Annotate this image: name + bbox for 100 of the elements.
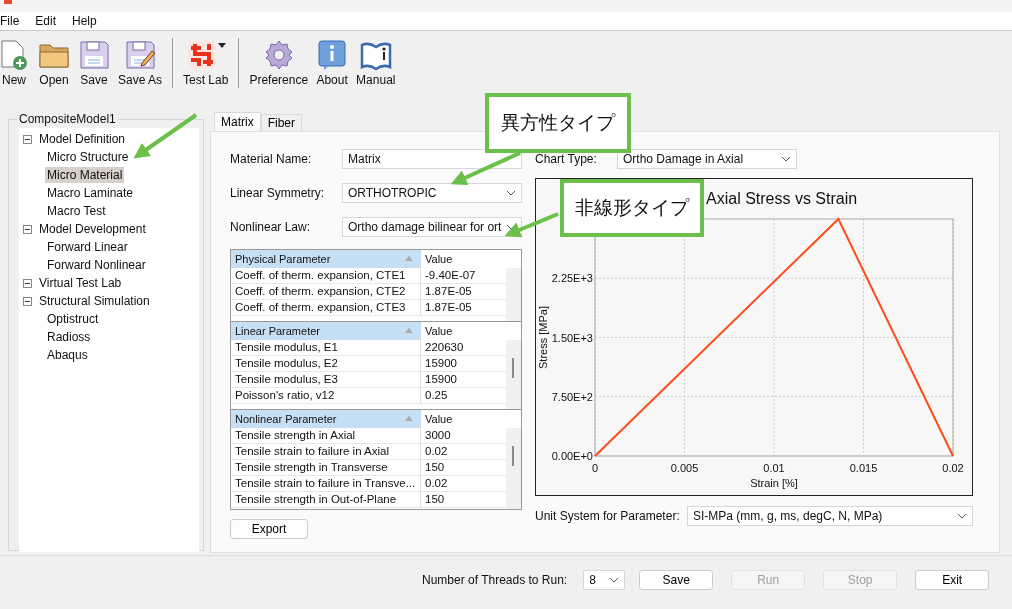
action-button[interactable]: Save [639,570,714,590]
annotation-callout: 非線形タイプ [560,179,704,237]
lab-logo-icon [185,39,218,71]
annotation-callout: 異方性タイプ [485,93,631,153]
dropdown[interactable]: Ortho Damage in Axial [617,149,797,169]
y-tick-label: 1.50E+3 [551,331,593,344]
y-axis-label: Stress [MPa] [537,306,549,369]
table-cell-text: 1.87E-05 [424,300,472,315]
tree-item[interactable]: Optistruct [45,311,101,327]
action-button[interactable]: Exit [915,570,990,590]
x-tick-label: 0.015 [849,462,878,474]
field-label: Linear Symmetry: [230,186,326,200]
field-label: Material Name: [230,152,313,166]
chevron-icon [781,156,791,162]
column-header[interactable]: Linear Parameter [231,322,397,340]
export-button[interactable]: Export [230,519,308,539]
column-header[interactable]: Value [421,413,453,425]
field-label: Number of Threads to Run: [422,573,568,587]
toolbar-button[interactable]: About [312,39,353,87]
field-label: Unit System for Parameter: [535,509,681,523]
tree-item[interactable]: Abaqus [45,347,90,363]
y-tick-label: 2.25E+3 [551,272,593,285]
x-tick-label: 0.02 [942,462,964,474]
toolbar-button[interactable]: Save As [114,39,167,87]
table-cell-text: 3000 [424,428,451,443]
table-cell: Coeff. of therm. expansion, CTE3 [231,300,421,315]
toolbar-button[interactable]: Open [34,39,74,87]
dropdown[interactable]: 8 [583,570,626,590]
sort-icon [397,250,421,268]
sort-icon [397,410,421,428]
table-cell-text: 1.87E-05 [424,284,472,299]
scrollbar[interactable] [506,428,521,509]
tree-item[interactable]: Model Definition [37,131,128,147]
tab[interactable]: Matrix [214,112,261,131]
table-cell-text: 220630 [424,340,464,355]
tree-item[interactable]: Micro Structure [45,149,131,165]
model-name: CompositeModel1 [17,112,118,126]
tree-item[interactable]: Forward Nonlinear [45,257,148,273]
menu-item[interactable]: Help [72,14,97,28]
column-header[interactable]: Nonlinear Parameter [231,410,397,428]
toolbar-button[interactable]: Test Lab [179,39,233,87]
column-header[interactable]: Value [421,325,453,337]
table-cell: Coeff. of therm. expansion, CTE1 [231,268,421,283]
tree-item[interactable]: Micro Material [45,167,125,183]
toolbar-button[interactable]: Manual [352,39,400,87]
table-cell: Tensile strength in Out-of-Plane [231,492,421,507]
table-cell: Tensile strain to failure in Transve... [231,476,421,491]
new-file-icon [0,39,30,71]
chevron-icon [609,577,620,583]
table-cell: Tensile modulus, E3 [231,372,421,387]
scrollbar[interactable] [506,340,521,409]
chevron-icon [957,513,967,519]
tree-item[interactable]: Macro Laminate [45,185,136,201]
collapse-icon[interactable] [23,296,32,306]
annotation-arrow [133,113,198,159]
dropdown[interactable]: SI-MPa (mm, g, ms, degC, N, MPa) [687,506,973,526]
field-label: Nonlinear Law: [230,220,312,234]
dropdown[interactable]: ORTHOTROPIC [342,183,522,203]
y-tick-label: 0.00E+0 [551,450,593,462]
toolbar-button[interactable]: New [0,39,34,87]
menu-item[interactable]: File [0,14,20,28]
menu-item[interactable]: Edit [35,14,57,28]
table-cell: Tensile strength in Axial [231,428,421,443]
table-cell-text: 0.02 [424,476,448,491]
toolbar-button[interactable]: Preference [245,39,313,87]
chart-title: Axial Stress vs Strain [706,190,858,207]
collapse-icon[interactable] [23,224,32,234]
tree-item[interactable]: Structural Simulation [37,293,152,309]
x-axis-label: Strain [%] [750,477,798,489]
column-header[interactable]: Physical Parameter [231,250,397,268]
table-cell-text: 150 [424,492,445,507]
table-cell: Tensile modulus, E2 [231,356,421,371]
scrollbar[interactable] [506,268,521,321]
table-cell: Poisson's ratio, v12 [231,388,421,403]
caret-icon [217,43,226,48]
collapse-icon[interactable] [23,134,32,144]
collapse-icon[interactable] [23,278,32,288]
tree-item[interactable]: Virtual Test Lab [37,275,124,291]
tab[interactable]: Fiber [260,114,302,131]
tree-item[interactable]: Radioss [45,329,93,345]
floppy-pencil-icon [124,39,156,71]
table-cell-text: 0.02 [424,444,448,459]
toolbar-button[interactable]: Save [74,39,114,87]
dropdown[interactable]: Ortho damage bilinear for ort [342,217,522,237]
input-field[interactable]: Matrix [342,149,522,169]
x-tick-label: 0 [591,462,599,474]
table-cell-text: 15900 [424,356,457,371]
table-cell-text: 15900 [424,372,457,387]
table-cell-text: 150 [424,460,445,475]
info-icon [316,39,349,71]
field-label: Chart Type: [535,152,598,166]
tree-item[interactable]: Macro Test [45,203,108,219]
y-tick-label: 7.50E+2 [551,390,593,403]
annotation-arrow [504,212,559,238]
x-tick-label: 0.01 [763,462,785,474]
column-header[interactable]: Value [421,253,453,265]
tree-item[interactable]: Model Development [37,221,148,237]
x-tick-label: 0.005 [670,462,699,474]
tree-item[interactable]: Forward Linear [45,239,130,255]
table-cell: Tensile modulus, E1 [231,340,421,355]
